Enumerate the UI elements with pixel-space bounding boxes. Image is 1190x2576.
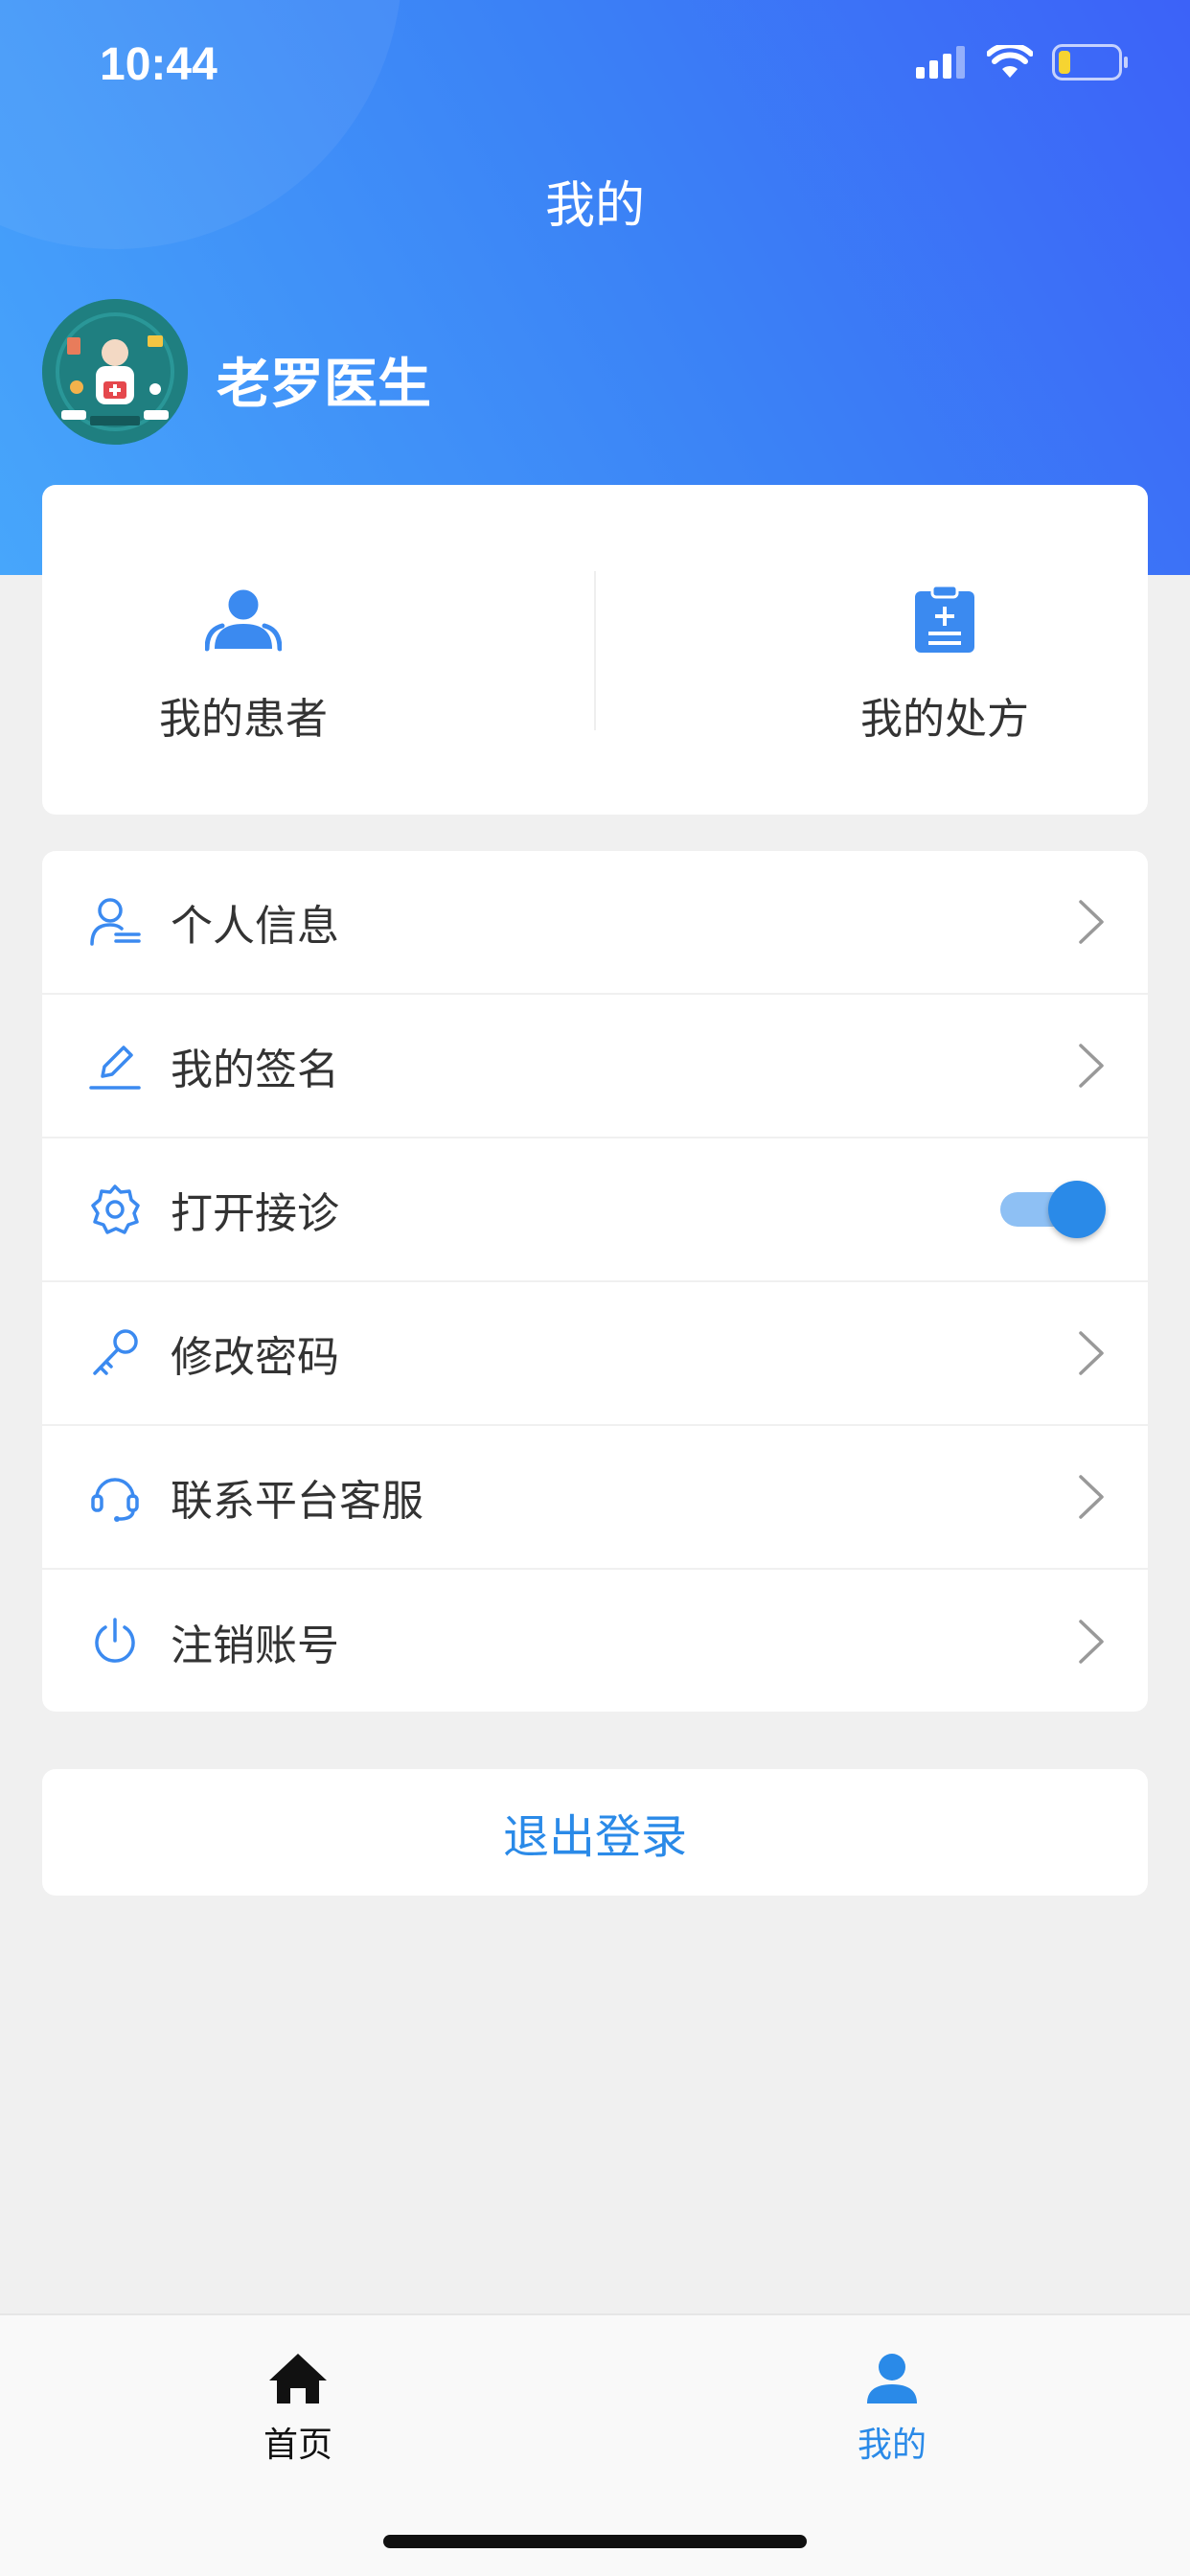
tab-profile-label: 我的 bbox=[857, 2426, 927, 2465]
chevron-right-icon bbox=[1079, 1331, 1104, 1375]
my-patients-label: 我的患者 bbox=[159, 695, 328, 744]
menu-item-signature[interactable]: 我的签名 bbox=[42, 995, 1148, 1138]
my-prescriptions-button[interactable]: 我的处方 bbox=[801, 581, 1088, 746]
menu-item-personal-info[interactable]: 个人信息 bbox=[42, 851, 1148, 995]
my-patients-button[interactable]: 我的患者 bbox=[100, 581, 387, 746]
chevron-right-icon bbox=[1079, 1044, 1104, 1088]
key-icon bbox=[88, 1326, 142, 1380]
home-icon bbox=[154, 2348, 442, 2409]
menu-item-open-consultation: 打开接诊 bbox=[42, 1138, 1148, 1282]
tab-home-label: 首页 bbox=[263, 2426, 332, 2465]
status-bar: 10:44 bbox=[0, 0, 1190, 126]
pen-icon bbox=[88, 1039, 142, 1092]
menu-item-change-password[interactable]: 修改密码 bbox=[42, 1282, 1148, 1426]
tab-home[interactable]: 首页 bbox=[154, 2348, 442, 2467]
consultation-toggle[interactable] bbox=[1000, 1181, 1106, 1238]
quick-divider bbox=[594, 571, 596, 730]
battery-icon bbox=[1052, 44, 1129, 84]
home-indicator bbox=[383, 2535, 807, 2548]
user-info-icon bbox=[88, 895, 142, 949]
menu-item-label: 打开接诊 bbox=[171, 1189, 339, 1238]
gear-icon bbox=[88, 1183, 142, 1236]
menu-item-label: 联系平台客服 bbox=[171, 1477, 423, 1526]
menu-item-label: 个人信息 bbox=[171, 902, 339, 951]
avatar[interactable] bbox=[42, 299, 188, 445]
chevron-right-icon bbox=[1079, 1620, 1104, 1664]
menu-item-label: 注销账号 bbox=[171, 1622, 339, 1670]
status-time: 10:44 bbox=[100, 39, 217, 90]
user-name: 老罗医生 bbox=[217, 354, 431, 416]
menu-item-contact-support[interactable]: 联系平台客服 bbox=[42, 1426, 1148, 1570]
menu-item-delete-account[interactable]: 注销账号 bbox=[42, 1570, 1148, 1714]
headset-icon bbox=[88, 1470, 142, 1524]
tab-profile[interactable]: 我的 bbox=[748, 2348, 1036, 2467]
logout-label: 退出登录 bbox=[502, 1810, 687, 1864]
logout-button[interactable]: 退出登录 bbox=[42, 1769, 1148, 1896]
menu-item-label: 修改密码 bbox=[171, 1333, 339, 1382]
menu-item-label: 我的签名 bbox=[171, 1046, 339, 1094]
signal-icon bbox=[916, 46, 968, 82]
profile-icon bbox=[748, 2348, 1036, 2409]
power-icon bbox=[88, 1615, 142, 1668]
my-prescriptions-label: 我的处方 bbox=[860, 695, 1029, 744]
toggle-knob bbox=[1048, 1181, 1106, 1238]
page-title: 我的 bbox=[544, 177, 645, 235]
patients-icon bbox=[100, 581, 387, 657]
status-icons bbox=[916, 42, 1129, 84]
prescription-icon bbox=[801, 581, 1088, 657]
wifi-icon bbox=[986, 42, 1034, 83]
chevron-right-icon bbox=[1079, 900, 1104, 944]
chevron-right-icon bbox=[1079, 1475, 1104, 1519]
settings-menu: 个人信息 我的签名 打开接诊 修改密码 联系平台客服 注销账号 bbox=[42, 851, 1148, 1712]
quick-actions-card: 我的患者 我的处方 bbox=[42, 485, 1148, 815]
